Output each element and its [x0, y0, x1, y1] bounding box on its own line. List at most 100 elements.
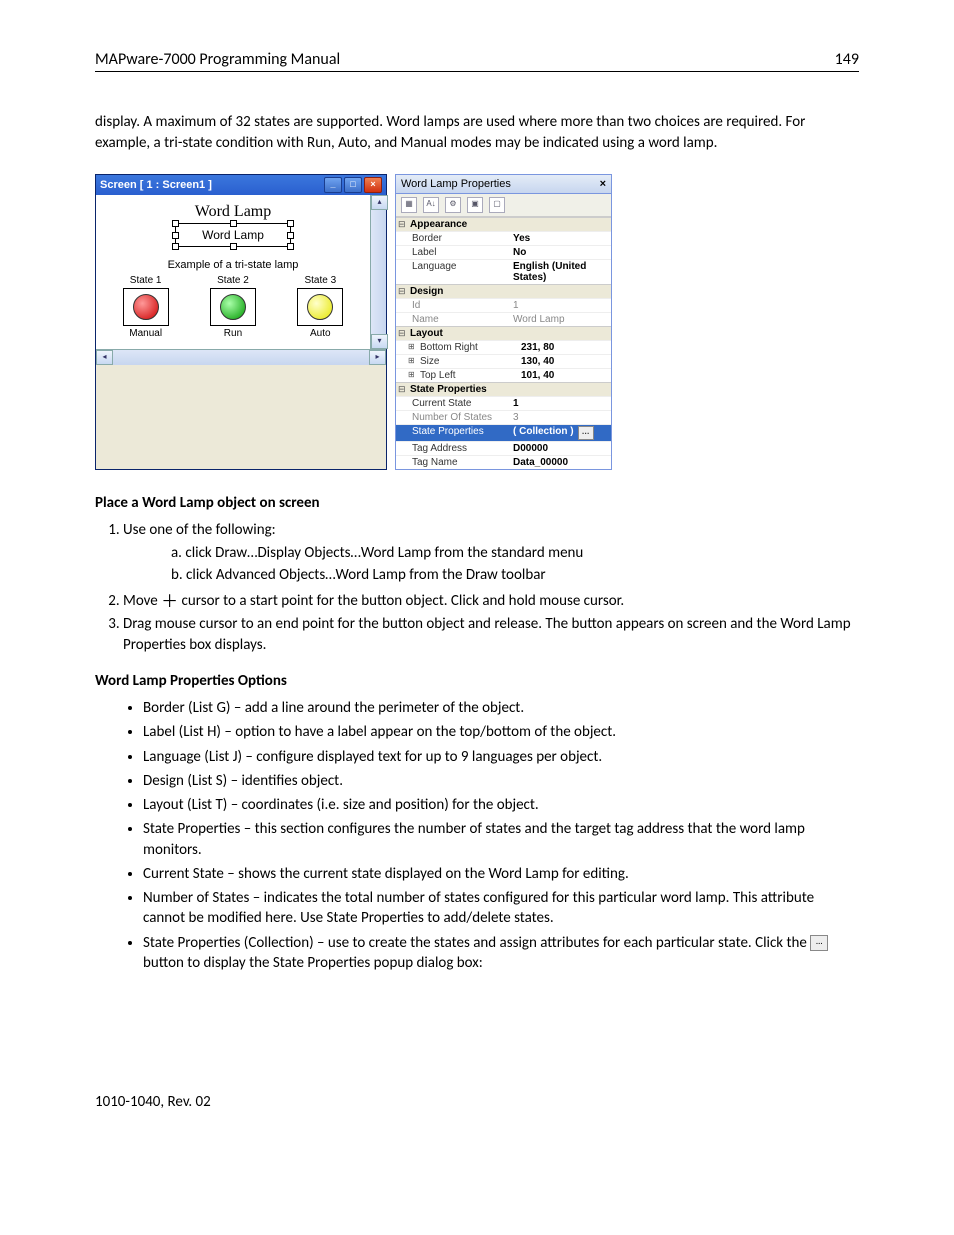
- list-item: State Properties (Collection) – use to c…: [143, 933, 859, 974]
- property-value[interactable]: 1: [510, 299, 611, 312]
- property-row[interactable]: NameWord Lamp: [396, 312, 611, 326]
- property-value[interactable]: Data_00000: [510, 456, 611, 469]
- toolbar-icon[interactable]: ⚙: [445, 197, 461, 213]
- property-key: Bottom Right: [396, 341, 518, 354]
- property-row[interactable]: Bottom Right231, 80: [396, 340, 611, 354]
- property-row[interactable]: Top Left101, 40: [396, 368, 611, 382]
- property-key: Border: [396, 232, 510, 245]
- lamp-box: [123, 288, 169, 326]
- property-row[interactable]: Current State1: [396, 396, 611, 410]
- properties-title: Word Lamp Properties: [401, 178, 511, 190]
- categorize-icon[interactable]: ▦: [401, 197, 417, 213]
- property-key: Tag Address: [396, 442, 510, 455]
- close-icon[interactable]: ×: [364, 177, 382, 193]
- scroll-right-icon[interactable]: ▸: [369, 350, 386, 365]
- section-heading: Place a Word Lamp object on screen: [95, 494, 859, 512]
- word-lamp-object[interactable]: Word Lamp: [175, 223, 291, 247]
- page-footer: 1010-1040, Rev. 02: [95, 1093, 859, 1111]
- property-row[interactable]: Tag AddressD00000: [396, 441, 611, 455]
- property-key: Name: [396, 313, 510, 326]
- canvas-heading: Word Lamp: [102, 203, 364, 221]
- screen-canvas[interactable]: Word Lamp Word Lamp Example of a tri-sta…: [96, 195, 370, 349]
- lamp-circle-icon: [220, 294, 246, 320]
- property-key: Language: [396, 260, 510, 284]
- property-row[interactable]: Size130, 40: [396, 354, 611, 368]
- maximize-icon[interactable]: □: [344, 177, 362, 193]
- toolbar-icon[interactable]: ▣: [467, 197, 483, 213]
- list-item: Number of States – indicates the total n…: [143, 888, 859, 929]
- state-head: State 2: [193, 275, 273, 286]
- property-key: Number Of States: [396, 411, 510, 424]
- state-head: State 3: [280, 275, 360, 286]
- lamp-box: [210, 288, 256, 326]
- list-item: b. click Advanced Objects…Word Lamp from…: [171, 565, 859, 586]
- state-head: State 1: [106, 275, 186, 286]
- figure-row: Screen [ 1 : Screen1 ] _ □ × Word Lamp W…: [95, 174, 859, 470]
- property-value[interactable]: 130, 40: [518, 355, 611, 368]
- intro-paragraph: display. A maximum of 32 states are supp…: [95, 112, 859, 154]
- property-value[interactable]: 1: [510, 397, 611, 410]
- collection-editor-icon[interactable]: …: [578, 426, 594, 440]
- options-list: Border (List G) – add a line around the …: [143, 698, 859, 973]
- property-value[interactable]: 231, 80: [518, 341, 611, 354]
- properties-panel: Word Lamp Properties × ▦ A↓ ⚙ ▣ ▢ Appear…: [395, 174, 612, 470]
- property-row[interactable]: LanguageEnglish (United States): [396, 259, 611, 284]
- property-value[interactable]: Word Lamp: [510, 313, 611, 326]
- window-titlebar[interactable]: Screen [ 1 : Screen1 ] _ □ ×: [96, 175, 386, 195]
- property-value[interactable]: 101, 40: [518, 369, 611, 382]
- lamp-circle-icon: [307, 294, 333, 320]
- property-value[interactable]: D00000: [510, 442, 611, 455]
- property-key: Size: [396, 355, 518, 368]
- vertical-scrollbar[interactable]: ▴ ▾: [370, 195, 386, 349]
- properties-titlebar[interactable]: Word Lamp Properties ×: [396, 175, 611, 194]
- minimize-icon[interactable]: _: [324, 177, 342, 193]
- state-column: State 1 Manual: [106, 275, 186, 339]
- list-item: Move ＋ cursor to a start point for the b…: [123, 588, 859, 612]
- toolbar-icon[interactable]: ▢: [489, 197, 505, 213]
- scroll-up-icon[interactable]: ▴: [371, 195, 388, 210]
- list-item: Label (List H) – option to have a label …: [143, 722, 859, 742]
- property-value[interactable]: ( Collection )…: [510, 425, 611, 441]
- list-item: Language (List J) – configure displayed …: [143, 747, 859, 767]
- property-value[interactable]: 3: [510, 411, 611, 424]
- property-key: Id: [396, 299, 510, 312]
- canvas-caption: Example of a tri-state lamp: [102, 259, 364, 271]
- lamp-circle-icon: [133, 294, 159, 320]
- list-item: a. click Draw…Display Objects…Word Lamp …: [171, 543, 859, 564]
- property-category[interactable]: State Properties: [396, 382, 611, 396]
- property-row[interactable]: Number Of States3: [396, 410, 611, 424]
- horizontal-scrollbar[interactable]: ◂ ▸: [96, 349, 386, 365]
- properties-close-icon[interactable]: ×: [600, 178, 606, 190]
- collection-editor-icon[interactable]: …: [810, 935, 828, 951]
- lamp-box: [297, 288, 343, 326]
- property-value[interactable]: English (United States): [510, 260, 611, 284]
- property-row[interactable]: BorderYes: [396, 231, 611, 245]
- state-foot: Auto: [280, 328, 360, 339]
- section-heading: Word Lamp Properties Options: [95, 672, 859, 690]
- property-category[interactable]: Design: [396, 284, 611, 298]
- property-key: Current State: [396, 397, 510, 410]
- state-column: State 2Run: [193, 275, 273, 339]
- property-row[interactable]: State Properties( Collection )…: [396, 424, 611, 441]
- state-foot: Manual: [106, 328, 186, 339]
- property-value[interactable]: Yes: [510, 232, 611, 245]
- scroll-down-icon[interactable]: ▾: [371, 334, 388, 349]
- window-title: Screen [ 1 : Screen1 ]: [100, 179, 212, 191]
- list-item: Current State – shows the current state …: [143, 864, 859, 884]
- list-item: State Properties – this section configur…: [143, 819, 859, 860]
- list-item: Border (List G) – add a line around the …: [143, 698, 859, 718]
- list-item: Drag mouse cursor to an end point for th…: [123, 614, 859, 656]
- state-column: State 3 Auto: [280, 275, 360, 339]
- sort-az-icon[interactable]: A↓: [423, 197, 439, 213]
- property-category[interactable]: Layout: [396, 326, 611, 340]
- list-item: Use one of the following: a. click Draw……: [123, 520, 859, 586]
- property-category[interactable]: Appearance: [396, 217, 611, 231]
- property-row[interactable]: Id1: [396, 298, 611, 312]
- property-row[interactable]: LabelNo: [396, 245, 611, 259]
- screen-editor-window: Screen [ 1 : Screen1 ] _ □ × Word Lamp W…: [95, 174, 387, 470]
- property-key: Top Left: [396, 369, 518, 382]
- scroll-left-icon[interactable]: ◂: [96, 350, 113, 365]
- page-header: MAPware-7000 Programming Manual 149: [95, 50, 859, 72]
- property-row[interactable]: Tag NameData_00000: [396, 455, 611, 469]
- property-value[interactable]: No: [510, 246, 611, 259]
